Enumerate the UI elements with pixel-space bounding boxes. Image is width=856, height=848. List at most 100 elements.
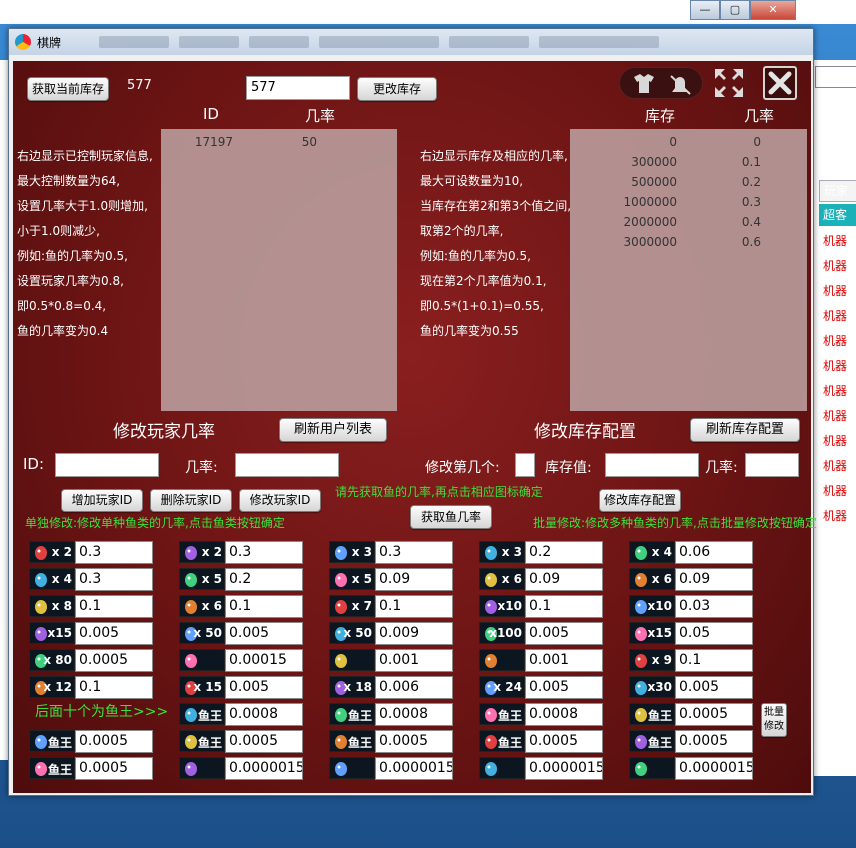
fish-rate-input[interactable]: 0.005 — [525, 676, 603, 699]
fish-button[interactable]: 鱼王 — [479, 730, 525, 752]
player-rate-input[interactable] — [235, 453, 339, 477]
fish-button[interactable] — [479, 757, 525, 779]
close-button[interactable]: ✕ — [750, 0, 796, 20]
fish-button[interactable]: 鱼王 — [29, 730, 75, 752]
stock-list[interactable] — [570, 129, 807, 411]
fish-rate-input[interactable]: 0.005 — [675, 676, 753, 699]
fish-rate-input[interactable]: 0.1 — [75, 595, 153, 618]
fish-rate-input[interactable]: 0.0005 — [75, 730, 153, 753]
fish-button[interactable] — [179, 757, 225, 779]
background-list-item[interactable]: 机器 — [823, 405, 856, 427]
background-list-item[interactable]: 机器 — [823, 230, 856, 252]
fish-rate-input[interactable]: 0.001 — [525, 649, 603, 672]
fish-rate-input[interactable]: 0.0008 — [225, 703, 303, 726]
skin-switch-button[interactable] — [619, 67, 703, 99]
fish-rate-input[interactable]: 0.1 — [675, 649, 753, 672]
fish-button[interactable]: x 5 — [179, 568, 225, 590]
fish-rate-input[interactable]: 0.09 — [375, 568, 453, 591]
fish-button[interactable] — [329, 757, 375, 779]
fish-button[interactable]: 鱼王 — [629, 703, 675, 725]
fish-rate-input[interactable]: 0.0008 — [525, 703, 603, 726]
fish-button[interactable]: x 6 — [629, 568, 675, 590]
stock-row-rate[interactable]: 0.4 — [725, 215, 761, 229]
fish-button[interactable]: x 9 — [629, 649, 675, 671]
minimize-button[interactable]: — — [690, 0, 720, 20]
stock-value-input[interactable] — [605, 453, 699, 477]
fish-button[interactable]: x 8 — [29, 595, 75, 617]
background-list-item[interactable]: 机器 — [823, 255, 856, 277]
fish-button[interactable]: 鱼王 — [479, 703, 525, 725]
fish-rate-input[interactable]: 0.0005 — [675, 730, 753, 753]
fish-button[interactable] — [179, 649, 225, 671]
fish-button[interactable]: x15 — [629, 622, 675, 644]
fish-button[interactable]: x 2 — [179, 541, 225, 563]
batch-modify-button[interactable]: 批量修改 — [761, 703, 787, 737]
fish-button[interactable]: x 6 — [179, 595, 225, 617]
modify-stock-button[interactable]: 修改库存配置 — [599, 489, 681, 512]
stock-row-stock[interactable]: 3000000 — [613, 235, 677, 249]
stock-rate-input[interactable] — [745, 453, 799, 477]
fish-button[interactable]: x 3 — [329, 541, 375, 563]
fish-button[interactable]: 鱼王 — [329, 703, 375, 725]
refresh-users-button[interactable]: 刷新用户列表 — [279, 418, 387, 442]
fish-rate-input[interactable]: 0.0005 — [225, 730, 303, 753]
stock-row-stock[interactable]: 1000000 — [613, 195, 677, 209]
player-row-rate[interactable]: 50 — [285, 135, 317, 149]
fish-button[interactable]: x10 — [629, 595, 675, 617]
fish-button[interactable]: 鱼王 — [329, 730, 375, 752]
fish-button[interactable] — [629, 757, 675, 779]
fish-button[interactable]: x 3 — [479, 541, 525, 563]
fish-rate-input[interactable]: 0.1 — [225, 595, 303, 618]
fish-button[interactable]: x 80 — [29, 649, 75, 671]
fish-rate-input[interactable]: 0.06 — [675, 541, 753, 564]
fish-rate-input[interactable]: 0.0005 — [75, 757, 153, 780]
close-icon[interactable] — [763, 66, 797, 100]
fish-rate-input[interactable]: 0.001 — [375, 649, 453, 672]
player-id-input[interactable] — [55, 453, 159, 477]
fish-button[interactable]: x 4 — [29, 568, 75, 590]
fish-button[interactable]: 鱼王 — [179, 703, 225, 725]
background-list-selected[interactable]: 超客 — [819, 204, 856, 226]
fish-button[interactable]: x 4 — [629, 541, 675, 563]
fish-rate-input[interactable]: 0.03 — [675, 595, 753, 618]
background-list-item[interactable]: 机器 — [823, 305, 856, 327]
get-fish-rate-button[interactable]: 获取鱼几率 — [410, 505, 492, 529]
fish-button[interactable]: x 12 — [29, 676, 75, 698]
fish-button[interactable]: x 2 — [29, 541, 75, 563]
fish-button[interactable]: 鱼王 — [629, 730, 675, 752]
stock-row-stock[interactable]: 500000 — [613, 175, 677, 189]
fish-button[interactable]: x 24 — [479, 676, 525, 698]
fish-rate-input[interactable]: 0.0005 — [675, 703, 753, 726]
background-list-item[interactable]: 机器 — [823, 280, 856, 302]
fish-button[interactable]: x 50 — [329, 622, 375, 644]
fish-rate-input[interactable]: 0.3 — [75, 541, 153, 564]
player-row-id[interactable]: 17197 — [183, 135, 233, 149]
fish-rate-input[interactable]: 0.1 — [375, 595, 453, 618]
fish-button[interactable]: x100 — [479, 622, 525, 644]
fish-button[interactable] — [479, 649, 525, 671]
player-list[interactable] — [161, 129, 397, 411]
fish-rate-input[interactable]: 0.1 — [525, 595, 603, 618]
background-list-item[interactable]: 机器 — [823, 355, 856, 377]
fish-rate-input[interactable]: 0.0005 — [75, 649, 153, 672]
stock-row-stock[interactable]: 0 — [613, 135, 677, 149]
fish-rate-input[interactable]: 0.0000015 — [225, 757, 303, 780]
background-list-item[interactable]: 机器 — [823, 480, 856, 502]
stock-row-rate[interactable]: 0.3 — [725, 195, 761, 209]
fish-rate-input[interactable]: 0.0000015 — [525, 757, 603, 780]
add-player-button[interactable]: 增加玩家ID — [61, 489, 143, 512]
background-list-item[interactable]: 机器 — [823, 330, 856, 352]
fish-button[interactable]: 鱼王 — [29, 757, 75, 779]
fish-button[interactable]: x 18 — [329, 676, 375, 698]
fish-rate-input[interactable]: 0.005 — [225, 622, 303, 645]
fish-button[interactable]: x 6 — [479, 568, 525, 590]
fish-rate-input[interactable]: 0.005 — [225, 676, 303, 699]
fish-button[interactable]: x10 — [479, 595, 525, 617]
delete-player-button[interactable]: 删除玩家ID — [150, 489, 232, 512]
fish-rate-input[interactable]: 0.3 — [375, 541, 453, 564]
fish-button[interactable]: 鱼王 — [179, 730, 225, 752]
fish-rate-input[interactable]: 0.00015 — [225, 649, 303, 672]
change-stock-button[interactable]: 更改库存 — [357, 77, 437, 101]
fish-rate-input[interactable]: 0.09 — [675, 568, 753, 591]
fish-rate-input[interactable]: 0.2 — [225, 568, 303, 591]
